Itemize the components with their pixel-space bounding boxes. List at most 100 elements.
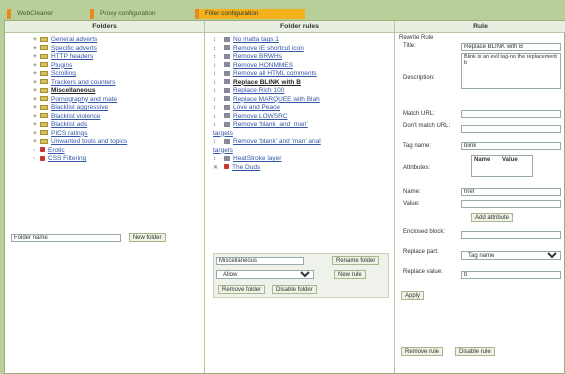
rule-item[interactable]: ↕ Replace MARQUEE with Blah — [213, 96, 394, 105]
attr-name-input[interactable] — [461, 188, 561, 196]
rule-item[interactable]: ↕ Remove BRWHs — [213, 53, 394, 62]
folder-link[interactable]: Blacklist ads — [51, 121, 87, 128]
expand-icon[interactable]: + — [33, 113, 40, 122]
rule-item[interactable]: ↕ Remove HONMMES — [213, 62, 394, 71]
folder-item[interactable]: + Blacklist violence — [33, 113, 204, 122]
folder-item[interactable]: + HTTP headers — [33, 53, 204, 62]
folder-item[interactable]: + Pornography and mate — [33, 96, 204, 105]
move-icon[interactable]: ↕ — [213, 36, 224, 45]
move-icon[interactable]: ↕ — [213, 104, 224, 113]
rule-link[interactable]: Replace Rich 100 — [233, 87, 284, 94]
move-icon[interactable]: ↕ — [213, 79, 224, 88]
rule-item[interactable]: targets — [213, 147, 394, 156]
folder-item[interactable]: · CSS Filtering — [33, 155, 204, 164]
new-rule-button[interactable]: New rule — [334, 270, 366, 279]
folder-link[interactable]: Trackers and counters — [51, 79, 115, 86]
description-textarea[interactable]: Blink is an evil tag-no the replacement … — [461, 53, 561, 89]
folder-item[interactable]: · Erotic — [33, 147, 204, 156]
folder-link[interactable]: Specific adverts — [51, 45, 97, 52]
replace-value-input[interactable] — [461, 271, 561, 279]
rule-link[interactable]: targets — [213, 130, 233, 137]
expand-icon[interactable]: + — [33, 121, 40, 130]
rule-type-select[interactable]: Allow — [216, 270, 314, 279]
replace-part-select[interactable]: Tag name — [461, 251, 561, 260]
move-icon[interactable]: ↕ — [213, 53, 224, 62]
expand-icon[interactable]: + — [33, 104, 40, 113]
rule-item[interactable]: ↕ Remove 'blank_and_man' — [213, 121, 394, 130]
move-icon[interactable]: ↕ — [213, 113, 224, 122]
expand-icon[interactable]: + — [33, 53, 40, 62]
expand-icon[interactable]: + — [33, 70, 40, 79]
add-attribute-button[interactable]: Add attribute — [471, 213, 514, 222]
rule-item[interactable]: ↕ Love and Peace — [213, 104, 394, 113]
folder-link[interactable]: Scrolling — [51, 70, 76, 77]
rule-link[interactable]: Remove IE shortcut icon — [233, 45, 304, 52]
new-folder-button[interactable]: New folder — [128, 233, 166, 242]
rule-link[interactable]: Replace MARQUEE with Blah — [233, 96, 320, 103]
folder-item[interactable]: + Plugins — [33, 62, 204, 71]
expand-icon[interactable]: + — [33, 130, 40, 139]
expand-icon[interactable]: + — [33, 36, 40, 45]
expand-icon[interactable]: + — [33, 138, 40, 147]
folder-link[interactable]: PICS ratings — [51, 130, 88, 137]
expand-icon[interactable]: + — [33, 45, 40, 54]
folder-link[interactable]: CSS Filtering — [48, 155, 86, 162]
folder-item[interactable]: + Blacklist ads — [33, 121, 204, 130]
folder-name-input[interactable] — [11, 234, 121, 242]
folder-item[interactable]: + Miscellaneous — [33, 87, 204, 96]
tab-proxy-configuration[interactable]: Proxy configuration — [90, 9, 190, 19]
expand-icon[interactable]: + — [33, 79, 40, 88]
folder-link[interactable]: Erotic — [48, 147, 65, 154]
rule-item[interactable]: ↕ HeatStroke layer — [213, 155, 394, 164]
move-icon[interactable]: ↕ — [213, 70, 224, 79]
tab-webcleaner[interactable]: WebCleaner — [7, 9, 87, 19]
disable-folder-button[interactable]: Disable folder — [272, 285, 317, 294]
rule-item[interactable]: ↕ No matta tags 1 — [213, 36, 394, 45]
folder-item[interactable]: + Specific adverts — [33, 45, 204, 54]
move-icon[interactable]: ↕ — [213, 96, 224, 105]
folder-link[interactable]: Blacklist aggressive — [51, 104, 108, 111]
rule-item[interactable]: targets — [213, 130, 394, 139]
rule-link[interactable]: HeatStroke layer — [233, 155, 281, 162]
match-url-input[interactable] — [461, 110, 561, 118]
move-icon[interactable]: ↕ — [213, 138, 224, 147]
folder-title-input[interactable] — [216, 257, 304, 265]
remove-rule-button[interactable]: Remove rule — [401, 347, 444, 356]
rule-link[interactable]: targets — [213, 147, 233, 154]
rule-link[interactable]: Love and Peace — [233, 104, 280, 111]
rule-item[interactable]: ✕ The Duds — [213, 164, 394, 173]
folder-link[interactable]: Miscellaneous — [51, 87, 95, 94]
move-icon[interactable]: ↕ — [213, 45, 224, 54]
move-icon[interactable]: ↕ — [213, 87, 224, 96]
rule-link[interactable]: Remove HONMMES — [233, 62, 293, 69]
expand-icon[interactable]: · — [33, 147, 40, 156]
folder-link[interactable]: Unwanted tools and topics — [51, 138, 127, 145]
rule-link[interactable]: Remove all HTML comments — [233, 70, 317, 77]
expand-icon[interactable]: + — [33, 96, 40, 105]
rule-item[interactable]: ↕ Replace BLINK with B — [213, 79, 394, 88]
rule-link[interactable]: The Duds — [232, 164, 260, 171]
folder-link[interactable]: HTTP headers — [51, 53, 93, 60]
apply-button[interactable]: Apply — [401, 291, 425, 300]
expand-icon[interactable]: · — [33, 155, 40, 164]
folder-link[interactable]: Blacklist violence — [51, 113, 101, 120]
folder-item[interactable]: + General adverts — [33, 36, 204, 45]
delete-icon[interactable]: ✕ — [213, 164, 224, 173]
title-input[interactable] — [461, 43, 561, 51]
folder-link[interactable]: Pornography and mate — [51, 96, 117, 103]
rule-link[interactable]: Replace BLINK with B — [233, 79, 301, 86]
rule-link[interactable]: Remove 'blank' and 'man' anal — [233, 138, 321, 145]
rule-item[interactable]: ↕ Remove IE shortcut icon — [213, 45, 394, 54]
rule-item[interactable]: ↕ Remove LOWSRC — [213, 113, 394, 122]
dont-match-url-input[interactable] — [461, 125, 561, 133]
enclosed-block-input[interactable] — [461, 231, 561, 239]
rule-item[interactable]: ↕ Remove all HTML comments — [213, 70, 394, 79]
expand-icon[interactable]: + — [33, 62, 40, 71]
folder-item[interactable]: + Scrolling — [33, 70, 204, 79]
folder-item[interactable]: + Trackers and counters — [33, 79, 204, 88]
disable-rule-button[interactable]: Disable rule — [455, 347, 495, 356]
expand-icon[interactable]: + — [33, 87, 40, 96]
attr-value-input[interactable] — [461, 200, 561, 208]
rule-link[interactable]: No matta tags 1 — [233, 36, 279, 43]
folder-item[interactable]: + PICS ratings — [33, 130, 204, 139]
